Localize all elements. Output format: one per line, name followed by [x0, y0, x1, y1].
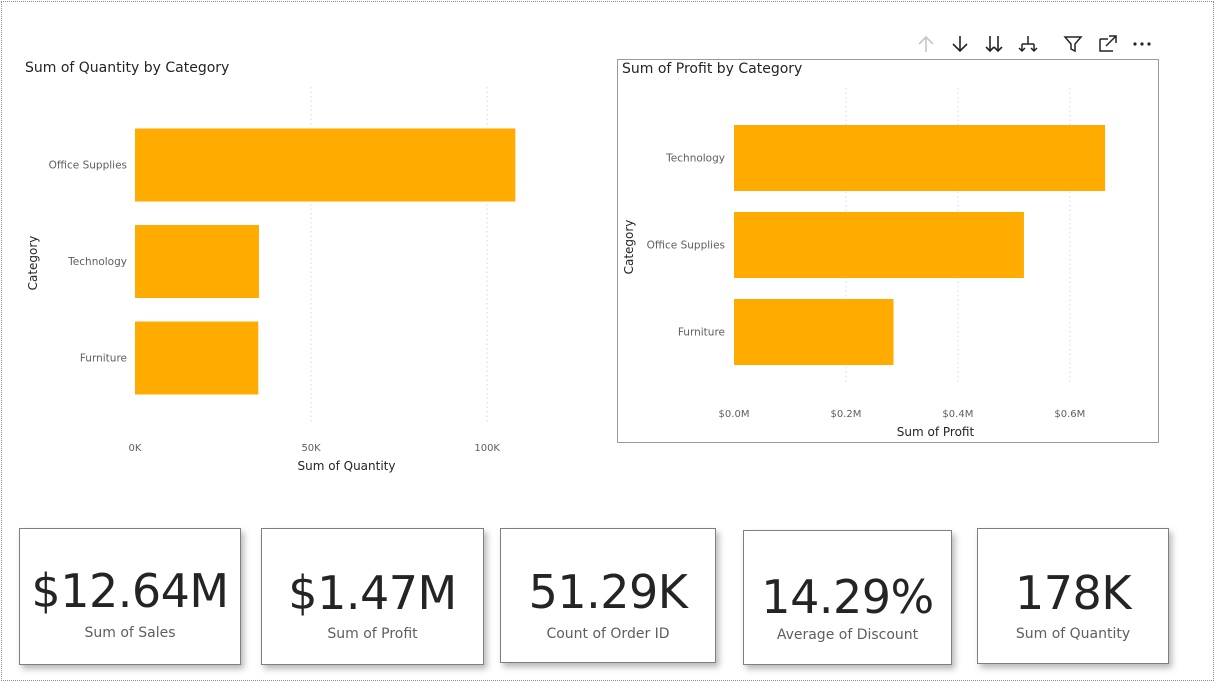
- y-axis-title: Category: [26, 236, 40, 291]
- quantity-by-category-chart[interactable]: Sum of Quantity by Category 0K 50K 100K Off…: [18, 55, 578, 480]
- sales-card[interactable]: $12.64M Sum of Sales: [19, 528, 241, 665]
- x-tick-label: 0K: [129, 443, 142, 454]
- card-value: $12.64M: [31, 564, 229, 618]
- x-tick-label: $0.4M: [942, 409, 973, 420]
- more-options-icon[interactable]: [1130, 32, 1154, 56]
- discount-card[interactable]: 14.29% Average of Discount: [743, 530, 952, 665]
- profit-by-category-chart[interactable]: Sum of Profit by Category $0.0M $0.2M $0.4…: [617, 59, 1159, 443]
- card-value: 178K: [1015, 566, 1131, 620]
- visual-header-toolbar: [912, 32, 1162, 56]
- category-label: Office Supplies: [647, 240, 725, 252]
- filter-icon[interactable]: [1061, 32, 1085, 56]
- arrow-up-icon[interactable]: [914, 32, 938, 56]
- bar: [135, 128, 516, 202]
- card-label: Sum of Sales: [84, 625, 176, 641]
- bar: [734, 212, 1024, 278]
- card-label: Sum of Profit: [327, 626, 418, 642]
- order-count-card[interactable]: 51.29K Count of Order ID: [500, 528, 716, 663]
- bar: [734, 299, 894, 365]
- card-label: Count of Order ID: [546, 626, 670, 642]
- quantity-chart-svg: 0K 50K 100K Office Supplies Technology Furnit…: [26, 87, 516, 473]
- bar: [135, 321, 259, 395]
- profit-chart-svg: $0.0M $0.2M $0.4M $0.6M Technology Office Sup…: [622, 88, 1106, 439]
- expand-hierarchy-icon[interactable]: [1016, 32, 1040, 56]
- x-tick-label: 100K: [474, 443, 500, 454]
- x-tick-label: $0.0M: [719, 409, 750, 420]
- card-value: 51.29K: [528, 565, 688, 619]
- category-label: Office Supplies: [49, 160, 127, 172]
- y-axis-title: Category: [622, 220, 636, 275]
- category-label: Furniture: [678, 327, 725, 339]
- card-label: Average of Discount: [776, 627, 919, 643]
- bar: [135, 225, 259, 298]
- x-tick-label: 50K: [301, 443, 321, 454]
- x-tick-label: $0.2M: [830, 409, 861, 420]
- x-tick-label: $0.6M: [1054, 409, 1085, 420]
- x-axis-title: Sum of Profit: [897, 425, 975, 439]
- double-arrow-down-icon[interactable]: [982, 32, 1006, 56]
- bar: [734, 125, 1106, 191]
- card-value: $1.47M: [288, 566, 457, 620]
- category-label: Technology: [665, 153, 725, 165]
- x-axis-title: Sum of Quantity: [298, 459, 396, 473]
- quantity-card[interactable]: 178K Sum of Quantity: [977, 528, 1169, 664]
- category-label: Furniture: [80, 353, 127, 365]
- profit-card[interactable]: $1.47M Sum of Profit: [261, 528, 484, 665]
- card-label: Sum of Quantity: [1015, 626, 1131, 642]
- focus-mode-icon[interactable]: [1096, 32, 1120, 56]
- category-label: Technology: [67, 256, 127, 268]
- arrow-down-icon[interactable]: [948, 32, 972, 56]
- card-value: 14.29%: [761, 570, 934, 624]
